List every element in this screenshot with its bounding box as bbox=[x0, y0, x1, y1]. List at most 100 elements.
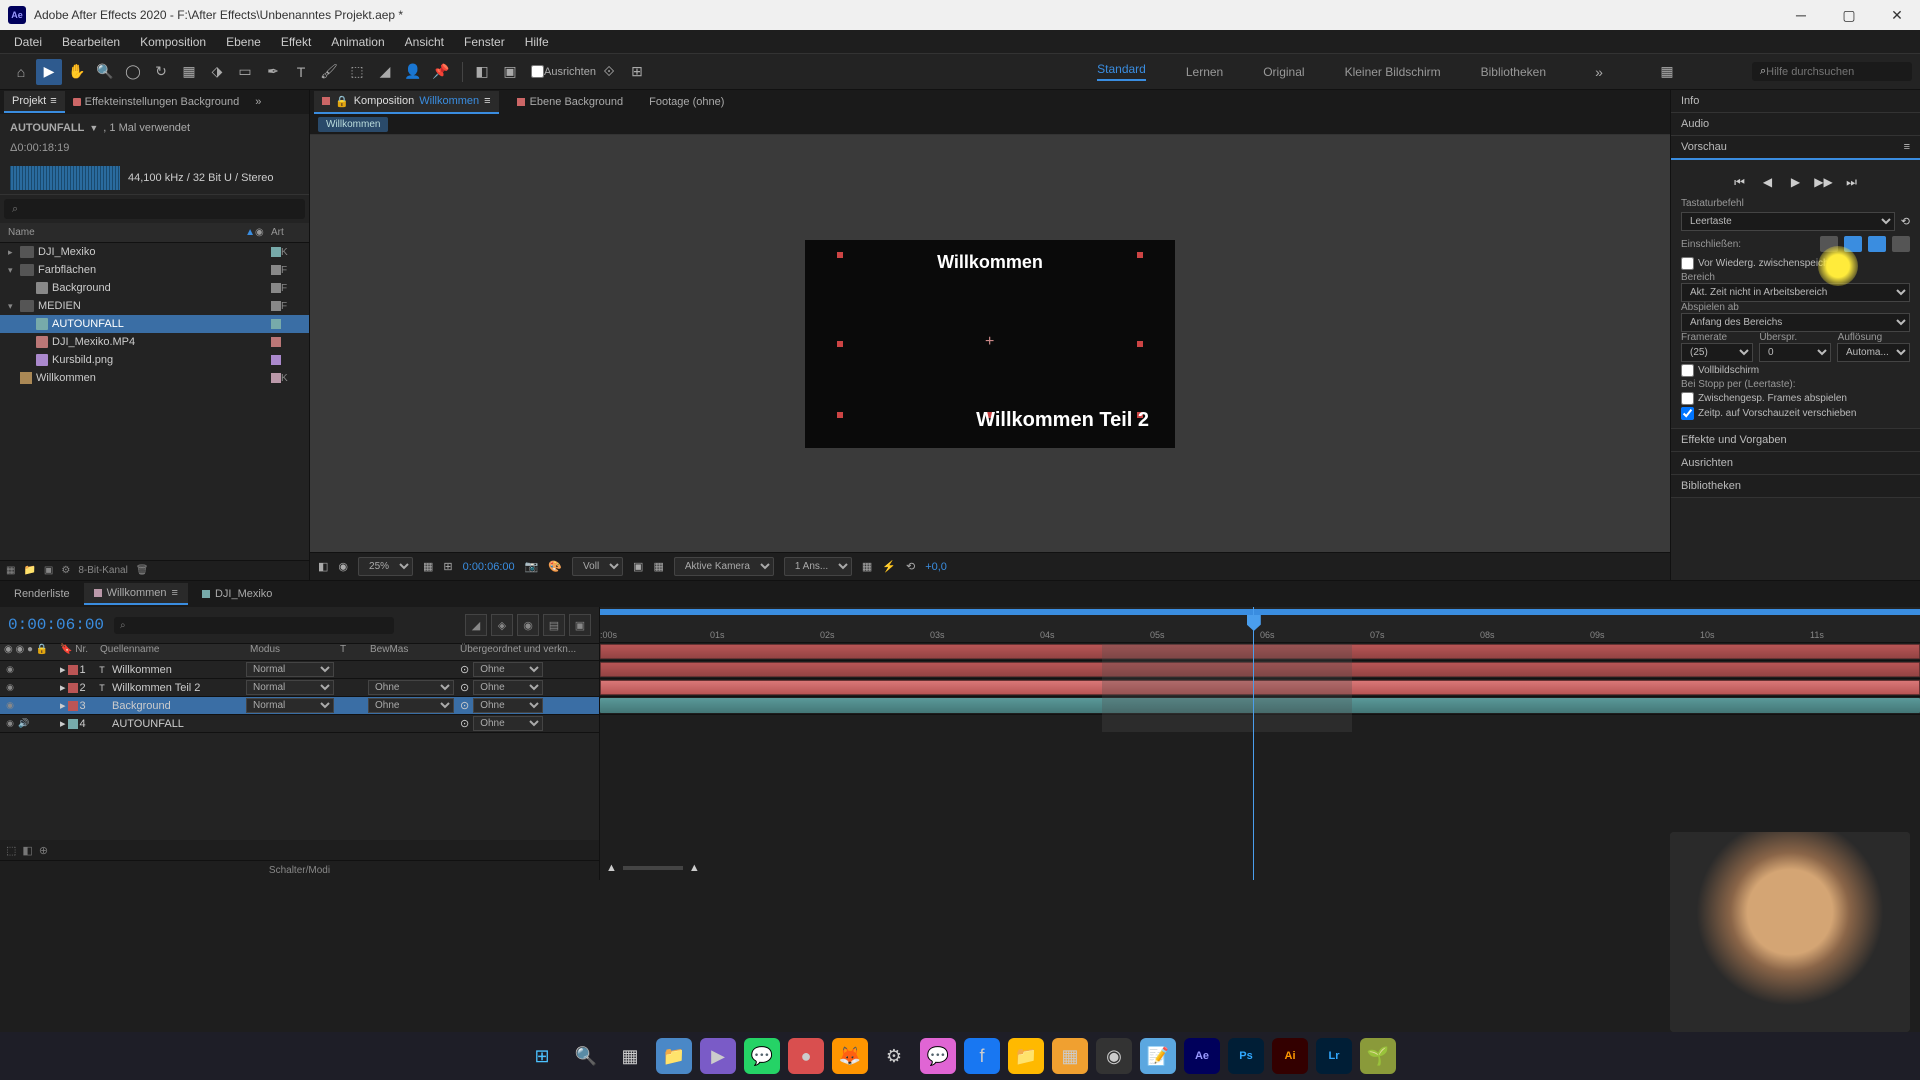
snap-options-icon[interactable]: ⟐ bbox=[596, 59, 622, 85]
project-item[interactable]: ▾FarbflächenF bbox=[0, 261, 309, 279]
close-button[interactable]: ✕ bbox=[1882, 5, 1912, 25]
project-columns-header[interactable]: Name ▲ ◉ Art bbox=[0, 223, 309, 243]
timeline-layer-row[interactable]: ◉ ▸3 Background Normal Ohne ⊙Ohne bbox=[0, 697, 599, 715]
include-overlays-icon[interactable] bbox=[1868, 236, 1886, 252]
illustrator-icon[interactable]: Ai bbox=[1272, 1038, 1308, 1074]
workspace-original[interactable]: Original bbox=[1263, 65, 1304, 79]
zoom-tool[interactable]: 🔍 bbox=[92, 59, 118, 85]
panel-libraries[interactable]: Bibliotheken bbox=[1671, 475, 1920, 497]
search-taskbar-icon[interactable]: 🔍 bbox=[568, 1038, 604, 1074]
app-icon-1[interactable]: ▶ bbox=[700, 1038, 736, 1074]
first-frame-button[interactable]: ⏮ bbox=[1730, 172, 1750, 192]
graph-editor-toggle[interactable]: ▤ bbox=[543, 614, 565, 636]
tab-effect-controls[interactable]: Effekteinstellungen Background bbox=[65, 92, 248, 112]
timeline-columns-header[interactable]: ◉ ◉ ● 🔒 🔖 Nr. Quellenname Modus T BewMas… bbox=[0, 643, 599, 661]
last-frame-button[interactable]: ⏭ bbox=[1842, 172, 1862, 192]
play-button[interactable]: ▶ bbox=[1786, 172, 1806, 192]
home-button[interactable]: ⌂ bbox=[8, 59, 34, 85]
draft3d-toggle[interactable]: ▣ bbox=[569, 614, 591, 636]
framerate-select[interactable]: (25) bbox=[1681, 343, 1753, 362]
tab-renderlist[interactable]: Renderliste bbox=[4, 584, 80, 604]
pan-behind-tool[interactable]: ⬗ bbox=[204, 59, 230, 85]
exposure-value[interactable]: +0,0 bbox=[925, 561, 947, 573]
loop-icon[interactable] bbox=[1892, 236, 1910, 252]
trash-icon[interactable]: 🗑 bbox=[136, 565, 149, 576]
color-mgmt-icon[interactable]: 🎨 bbox=[548, 560, 562, 573]
menu-ansicht[interactable]: Ansicht bbox=[395, 32, 454, 52]
pen-tool[interactable]: ✒ bbox=[260, 59, 286, 85]
maximize-button[interactable]: ▢ bbox=[1834, 5, 1864, 25]
timeline-layer-row[interactable]: ◉🔊 ▸4 AUTOUNFALL ⊙Ohne bbox=[0, 715, 599, 733]
camera-tool[interactable]: ▦ bbox=[176, 59, 202, 85]
motion-blur-toggle[interactable]: ◉ bbox=[517, 614, 539, 636]
toggle-parent-icon[interactable]: ⊕ bbox=[39, 844, 48, 857]
timeline-layer-row[interactable]: ◉ ▸2 TWillkommen Teil 2 Normal Ohne ⊙Ohn… bbox=[0, 679, 599, 697]
tab-timeline-dji[interactable]: DJI_Mexiko bbox=[192, 584, 282, 604]
bit-depth[interactable]: 8-Bit-Kanal bbox=[78, 565, 127, 576]
cached-frames-check[interactable]: Zwischengesp. Frames abspielen bbox=[1681, 392, 1910, 405]
composition-viewer[interactable]: Willkommen Willkommen Teil 2 bbox=[310, 135, 1670, 552]
menu-datei[interactable]: Datei bbox=[4, 32, 52, 52]
text-tool[interactable]: T bbox=[288, 59, 314, 85]
snap-grid-icon[interactable]: ⊞ bbox=[624, 59, 650, 85]
timeline-icon[interactable]: ⟲ bbox=[906, 560, 915, 573]
workspace-overflow-icon[interactable]: » bbox=[1586, 59, 1612, 85]
timeline-ruler[interactable]: :00s01s02s03s04s05s06s07s08s09s10s11s12s bbox=[600, 607, 1920, 643]
whatsapp-icon[interactable]: 💬 bbox=[744, 1038, 780, 1074]
lightroom-icon[interactable]: Lr bbox=[1316, 1038, 1352, 1074]
minimize-button[interactable]: ─ bbox=[1786, 5, 1816, 25]
panel-effects[interactable]: Effekte und Vorgaben bbox=[1671, 429, 1920, 451]
new-comp-icon[interactable]: ▣ bbox=[44, 565, 53, 576]
puppet-tool[interactable]: 📌 bbox=[428, 59, 454, 85]
panel-vorschau[interactable]: Vorschau≡ bbox=[1671, 136, 1920, 160]
stroke-icon[interactable]: ▣ bbox=[497, 59, 523, 85]
tab-composition[interactable]: 🔒 Komposition Willkommen ≡ bbox=[314, 91, 499, 114]
tab-timeline-willkommen[interactable]: Willkommen ≡ bbox=[84, 583, 188, 605]
zoom-select[interactable]: 25% bbox=[358, 557, 413, 576]
timeline-layer-row[interactable]: ◉ ▸1 TWillkommen Normal ⊙Ohne bbox=[0, 661, 599, 679]
tab-project[interactable]: Projekt ≡ bbox=[4, 91, 65, 113]
menu-komposition[interactable]: Komposition bbox=[130, 32, 216, 52]
project-item[interactable]: ▾MEDIENF bbox=[0, 297, 309, 315]
timeline-search[interactable] bbox=[114, 617, 394, 634]
skip-select[interactable]: 0 bbox=[1759, 343, 1831, 362]
transparency-icon[interactable]: ▦ bbox=[653, 560, 663, 573]
menu-effekt[interactable]: Effekt bbox=[271, 32, 321, 52]
preview-res-select[interactable]: Automa... bbox=[1837, 343, 1910, 362]
res-icon[interactable]: ▦ bbox=[423, 560, 433, 573]
views-select[interactable]: 1 Ans... bbox=[784, 557, 852, 576]
flowchart-bar[interactable]: Willkommen bbox=[310, 114, 1670, 135]
folder-icon[interactable]: 📁 bbox=[1008, 1038, 1044, 1074]
toggle-modes-icon[interactable]: ◧ bbox=[22, 844, 32, 857]
menu-animation[interactable]: Animation bbox=[321, 32, 394, 52]
notepad-icon[interactable]: 📝 bbox=[1140, 1038, 1176, 1074]
selection-tool[interactable]: ▶ bbox=[36, 59, 62, 85]
zoom-out-icon[interactable]: ▲ bbox=[606, 862, 617, 874]
settings-icon[interactable]: ⚙ bbox=[61, 565, 70, 576]
project-item[interactable]: BackgroundF bbox=[0, 279, 309, 297]
project-search-input[interactable] bbox=[4, 199, 305, 219]
photoshop-icon[interactable]: Ps bbox=[1228, 1038, 1264, 1074]
range-select[interactable]: Akt. Zeit nicht in Arbeitsbereich bbox=[1681, 283, 1910, 302]
clone-tool[interactable]: ⬚ bbox=[344, 59, 370, 85]
brush-tool[interactable]: 🖌 bbox=[316, 59, 342, 85]
camera-select[interactable]: Aktive Kamera bbox=[674, 557, 774, 576]
app-icon-4[interactable]: ▦ bbox=[1052, 1038, 1088, 1074]
snapshot-icon[interactable]: 📷 bbox=[525, 560, 539, 573]
tab-layer[interactable]: Ebene Background bbox=[509, 92, 632, 112]
help-search[interactable]: ⌕ bbox=[1752, 62, 1912, 81]
app-icon-2[interactable]: ● bbox=[788, 1038, 824, 1074]
orbit-tool[interactable]: ◯ bbox=[120, 59, 146, 85]
roto-tool[interactable]: 👤 bbox=[400, 59, 426, 85]
task-view-icon[interactable]: ▦ bbox=[612, 1038, 648, 1074]
menu-ebene[interactable]: Ebene bbox=[216, 32, 271, 52]
panel-audio[interactable]: Audio bbox=[1671, 113, 1920, 135]
view-layout-icon[interactable]: ▦ bbox=[862, 560, 872, 573]
timeline-timecode[interactable]: 0:00:06:00 bbox=[8, 616, 104, 634]
viewer-timecode[interactable]: 0:00:06:00 bbox=[463, 561, 515, 573]
explorer-icon[interactable]: 📁 bbox=[656, 1038, 692, 1074]
eraser-tool[interactable]: ◢ bbox=[372, 59, 398, 85]
toggle-switches-icon[interactable]: ⬚ bbox=[6, 844, 16, 857]
prev-frame-button[interactable]: ◀ bbox=[1758, 172, 1778, 192]
menu-fenster[interactable]: Fenster bbox=[454, 32, 515, 52]
